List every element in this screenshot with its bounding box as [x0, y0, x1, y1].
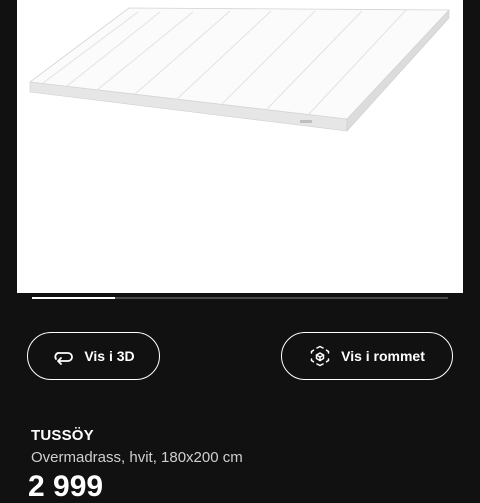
carousel-progress-fill [32, 297, 116, 299]
rotate-3d-icon [52, 345, 74, 367]
product-description: Overmadrass, hvit, 180x200 cm [31, 449, 243, 466]
view-3d-button[interactable]: Vis i 3D [27, 332, 160, 380]
view-in-room-label: Vis i rommet [341, 348, 425, 364]
view-in-room-button[interactable]: Vis i rommet [281, 332, 453, 380]
product-name: TUSSÖY [31, 427, 94, 444]
carousel-progress [32, 297, 448, 299]
mattress-illustration [28, 7, 450, 132]
view-3d-label: Vis i 3D [84, 348, 135, 364]
product-price: 2 999 [28, 470, 104, 503]
product-image[interactable] [17, 0, 463, 293]
ar-cube-icon [309, 345, 331, 367]
